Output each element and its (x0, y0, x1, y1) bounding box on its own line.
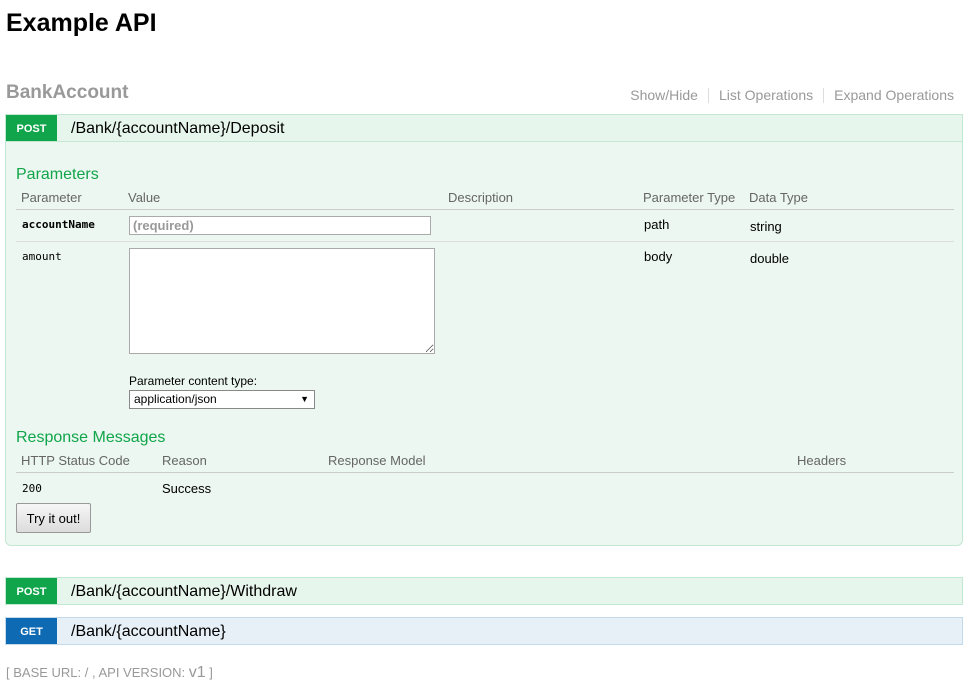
col-description: Description (448, 190, 514, 205)
operation-withdraw-heading[interactable]: POST /Bank/{accountName}/Withdraw (5, 577, 963, 605)
expand-operations-link[interactable]: Expand Operations (824, 88, 954, 103)
col-reason: Reason (162, 453, 207, 468)
response-code: 200 (22, 482, 42, 495)
operation-path[interactable]: /Bank/{accountName}/Withdraw (71, 583, 297, 601)
col-data-type: Data Type (749, 190, 809, 205)
divider (16, 241, 954, 242)
operation-get-heading[interactable]: GET /Bank/{accountName} (5, 617, 963, 645)
parameters-title: Parameters (16, 166, 99, 183)
footer-suffix: ] (205, 665, 213, 680)
col-value: Value (128, 190, 161, 205)
param-type: path (644, 217, 670, 232)
list-operations-link[interactable]: List Operations (709, 88, 825, 103)
method-badge-post[interactable]: POST (6, 578, 57, 604)
operation-deposit-heading[interactable]: POST /Bank/{accountName}/Deposit (5, 114, 963, 142)
resource-name[interactable]: BankAccount (6, 82, 128, 104)
operation-deposit-content: Parameters Parameter Value Description P… (5, 142, 963, 546)
chevron-down-icon: ▼ (300, 394, 309, 404)
api-version: v1 (188, 664, 206, 681)
col-parameter-type: Parameter Type (643, 190, 736, 205)
divider (16, 472, 954, 473)
content-type-select[interactable]: application/json ▼ (129, 390, 315, 409)
response-reason: Success (162, 481, 212, 496)
param-name: accountName (22, 218, 95, 231)
method-badge-post[interactable]: POST (6, 115, 57, 141)
col-response-model: Response Model (328, 453, 426, 468)
amount-body-textarea[interactable] (129, 248, 435, 354)
content-type-value: application/json (134, 392, 217, 406)
response-messages-title: Response Messages (16, 429, 166, 446)
param-name: amount (22, 250, 62, 263)
col-parameter: Parameter (21, 190, 82, 205)
try-it-out-button[interactable]: Try it out! (16, 503, 91, 533)
page-title: Example API (6, 9, 157, 37)
operation-path[interactable]: /Bank/{accountName}/Deposit (71, 120, 284, 138)
method-badge-get[interactable]: GET (6, 618, 57, 644)
footer-prefix: [ BASE URL: / , API VERSION: (6, 665, 189, 680)
content-type-label: Parameter content type: (129, 374, 258, 388)
divider (16, 209, 954, 210)
data-type: double (750, 251, 790, 266)
col-headers: Headers (797, 453, 847, 468)
footer-base-url: [ BASE URL: / , API VERSION: v1 ] (6, 664, 213, 682)
show-hide-link[interactable]: Show/Hide (620, 88, 709, 103)
operation-path[interactable]: /Bank/{accountName} (71, 623, 226, 641)
data-type: string (750, 219, 782, 234)
account-name-input[interactable] (129, 216, 431, 235)
col-http-status: HTTP Status Code (21, 453, 130, 468)
resource-links: Show/Hide List Operations Expand Operati… (620, 88, 954, 103)
param-type: body (644, 249, 673, 264)
